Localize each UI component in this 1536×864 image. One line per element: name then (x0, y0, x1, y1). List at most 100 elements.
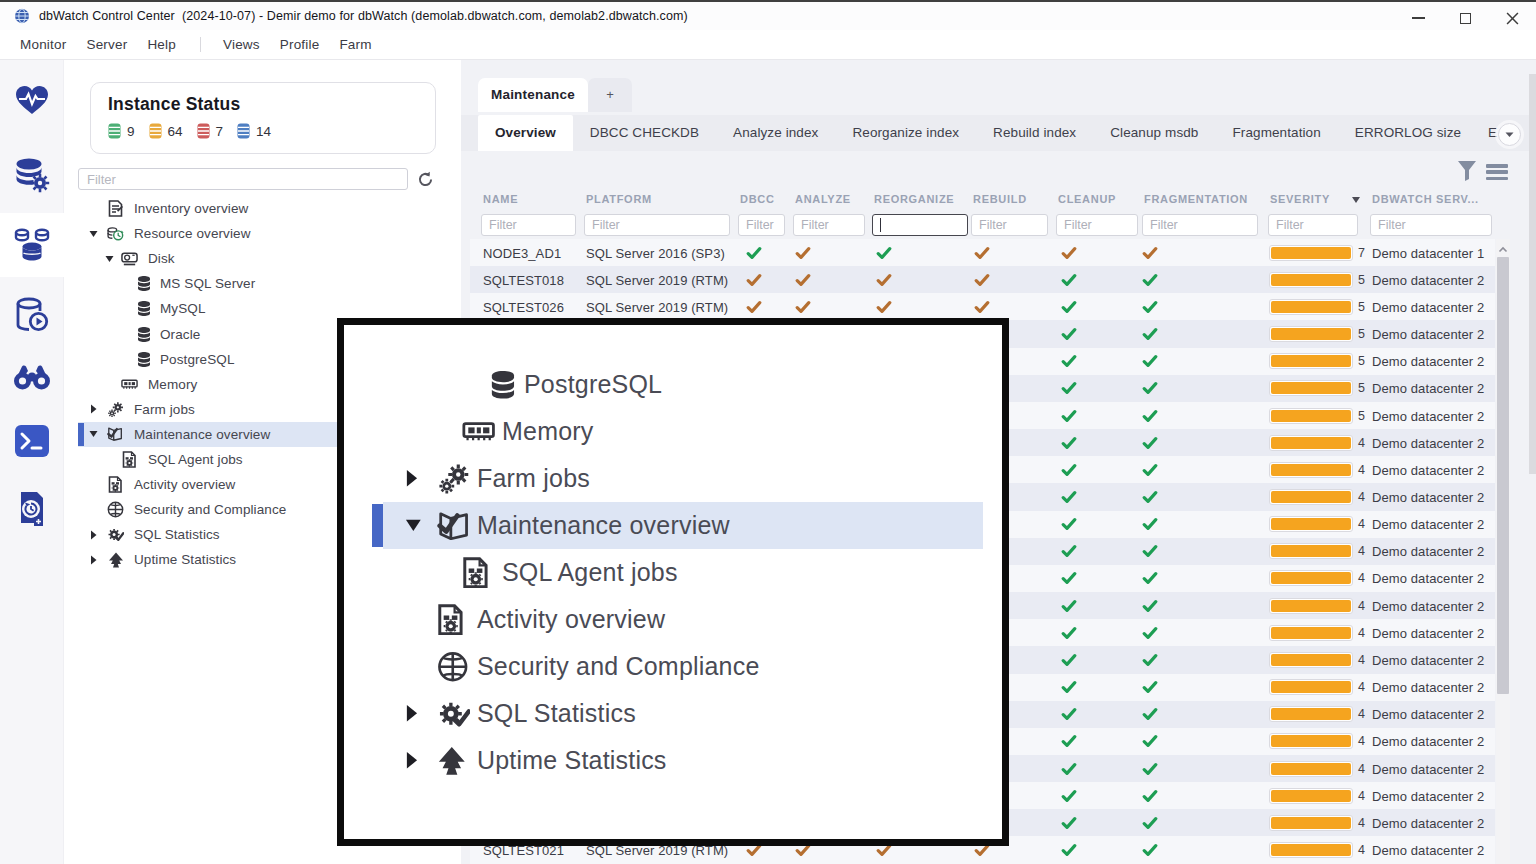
filter-input-reorganize[interactable] (872, 214, 968, 236)
rail-terminal-icon[interactable] (0, 409, 64, 473)
filter-input-name[interactable] (481, 214, 576, 236)
rail-binoculars-icon[interactable] (0, 345, 64, 409)
table-menu-icon[interactable] (1486, 164, 1508, 180)
tree-item-label: MySQL (160, 301, 206, 316)
column-header-analyze[interactable]: ANALYZE (795, 193, 851, 205)
cell-severity: 4 (1358, 436, 1365, 450)
status-count-alarm: 7 (197, 123, 224, 139)
menu-item-monitor[interactable]: Monitor (20, 37, 66, 52)
sort-descending-icon[interactable] (1352, 197, 1360, 203)
filter-input-platform[interactable] (584, 214, 730, 236)
rail-database-farm-icon[interactable] (0, 213, 64, 277)
subtab-dbcc-checkdb[interactable]: DBCC CHECKDB (573, 115, 716, 151)
tree-collapsed-arrow-icon[interactable] (88, 404, 98, 414)
tree-item-postgresql[interactable]: PostgreSQL (344, 361, 1002, 408)
column-header-dbwatch-serv-[interactable]: DBWATCH SERV... (1372, 193, 1479, 205)
tree-item-ms-sql-server[interactable]: MS SQL Server (64, 271, 461, 296)
filter-input-fragmentation[interactable] (1142, 214, 1258, 236)
subtab-reorganize-index[interactable]: Reorganize index (835, 115, 976, 151)
column-header-reorganize[interactable]: REORGANIZE (874, 193, 954, 205)
tree-item-maintenance-overview[interactable]: Maintenance overview (344, 502, 1002, 549)
tree-item-inventory-overview[interactable]: Inventory overview (64, 196, 461, 221)
menu-item-help[interactable]: Help (147, 37, 176, 52)
menu-item-profile[interactable]: Profile (280, 37, 320, 52)
filter-funnel-icon[interactable] (1457, 160, 1477, 182)
rail-database-gear-icon[interactable] (0, 143, 64, 207)
severity-bar (1269, 842, 1353, 858)
column-header-name[interactable]: NAME (483, 193, 518, 205)
minimize-button[interactable] (1395, 4, 1442, 32)
scroll-up-icon[interactable] (1498, 241, 1508, 251)
new-tab-button[interactable]: + (588, 78, 632, 112)
subtab-cleanup-msdb[interactable]: Cleanup msdb (1093, 115, 1215, 151)
menu-item-views[interactable]: Views (223, 37, 260, 52)
column-header-dbcc[interactable]: DBCC (740, 193, 775, 205)
filter-input-dbwatch-serv-[interactable] (1370, 214, 1492, 236)
severity-bar-fill (1271, 491, 1351, 503)
rail-heart-pulse-icon[interactable] (0, 68, 64, 132)
table-row-node3_ad1[interactable]: NODE3_AD1SQL Server 2016 (SP3)7Demo data… (470, 239, 1495, 266)
tree-expanded-arrow-icon[interactable] (104, 254, 114, 264)
tree-item-sql-agent-jobs[interactable]: SQL Agent jobs (344, 549, 1002, 596)
tree-expanded-arrow-icon[interactable] (88, 429, 98, 439)
tree-collapsed-arrow-icon[interactable] (405, 469, 418, 488)
column-header-cleanup[interactable]: CLEANUP (1058, 193, 1116, 205)
maximize-button[interactable] (1442, 4, 1489, 32)
tree-expanded-arrow-icon[interactable] (88, 229, 98, 239)
cell-name: NODE3_AD1 (483, 245, 561, 260)
subtab-fragmentation[interactable]: Fragmentation (1215, 115, 1337, 151)
table-row-sqltest018[interactable]: SQLTEST018SQL Server 2019 (RTM)5Demo dat… (470, 266, 1495, 293)
tree-collapsed-arrow-icon[interactable] (405, 751, 418, 770)
column-header-severity[interactable]: SEVERITY (1270, 193, 1330, 205)
column-header-fragmentation[interactable]: FRAGMENTATION (1144, 193, 1248, 205)
window-scrollbar-thumb[interactable] (1529, 74, 1536, 474)
menu-item-farm[interactable]: Farm (339, 37, 371, 52)
rail-document-history-icon[interactable] (0, 476, 64, 540)
filter-input-rebuild[interactable] (971, 214, 1048, 236)
check-rebuild-orange-icon (974, 272, 990, 288)
table-row-sqltest026[interactable]: SQLTEST026SQL Server 2019 (RTM)5Demo dat… (470, 293, 1495, 320)
cell-severity: 4 (1358, 544, 1365, 558)
column-header-rebuild[interactable]: REBUILD (973, 193, 1027, 205)
tree-item-security-and-compliance[interactable]: Security and Compliance (344, 643, 1002, 690)
column-header-platform[interactable]: PLATFORM (586, 193, 652, 205)
tree-item-memory[interactable]: Memory (344, 408, 1002, 455)
scrollbar-thumb[interactable] (1497, 257, 1509, 694)
tree-collapsed-arrow-icon[interactable] (88, 530, 98, 540)
tree-item-uptime-statistics[interactable]: Uptime Statistics (344, 737, 1002, 784)
subtab-overflow-button[interactable] (1498, 123, 1521, 146)
tree-collapsed-arrow-icon[interactable] (88, 555, 98, 565)
tree-item-label: Inventory overview (134, 201, 248, 216)
filter-input-dbcc[interactable] (738, 214, 785, 236)
subtab-overview[interactable]: Overview (478, 115, 573, 151)
refresh-icon[interactable] (417, 171, 434, 188)
check-fragmentation-green-icon (1142, 326, 1158, 342)
tree-collapsed-arrow-icon[interactable] (405, 704, 418, 723)
tree-item-disk[interactable]: Disk (64, 246, 461, 271)
tree-expanded-arrow-icon[interactable] (405, 518, 422, 533)
subtab-truncated[interactable]: E (1488, 115, 1498, 151)
filter-input-cleanup[interactable] (1056, 214, 1138, 236)
check-cleanup-green-icon (1061, 380, 1077, 396)
table-scrollbar[interactable] (1496, 239, 1510, 864)
tree-item-farm-jobs[interactable]: Farm jobs (344, 455, 1002, 502)
status-count-value: 7 (216, 124, 224, 139)
severity-bar-fill (1271, 274, 1351, 286)
tree-item-sql-statistics[interactable]: SQL Statistics (344, 690, 1002, 737)
tree-item-activity-overview[interactable]: Activity overview (344, 596, 1002, 643)
tree-item-label: Memory (502, 417, 593, 446)
rail-database-clock-icon[interactable] (0, 283, 64, 347)
subtab-rebuild-index[interactable]: Rebuild index (976, 115, 1093, 151)
filter-input-severity[interactable] (1268, 214, 1358, 236)
severity-bar (1269, 408, 1353, 424)
menu-item-server[interactable]: Server (86, 37, 127, 52)
resources-icon (107, 225, 124, 242)
sidebar-filter-input[interactable] (78, 168, 408, 190)
close-button[interactable] (1489, 4, 1536, 32)
cell-severity: 4 (1358, 517, 1365, 531)
subtab-errorlog-size[interactable]: ERRORLOG size (1338, 115, 1478, 151)
tab-maintenance[interactable]: Maintenance (478, 78, 588, 112)
subtab-analyze-index[interactable]: Analyze index (716, 115, 835, 151)
tree-item-resource-overview[interactable]: Resource overview (64, 221, 461, 246)
filter-input-analyze[interactable] (793, 214, 865, 236)
